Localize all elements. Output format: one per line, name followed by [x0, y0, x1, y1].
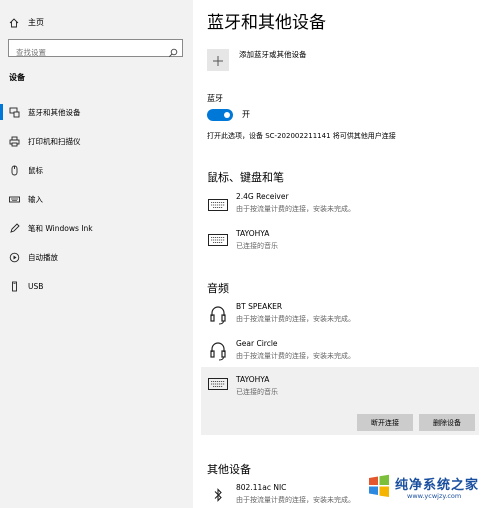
device-status: 由于按流量计费的连接，安装未完成。	[236, 352, 355, 360]
sidebar-item-label: 打印机和扫描仪	[28, 136, 81, 146]
sidebar-item-mouse[interactable]: 鼠标	[0, 159, 193, 181]
windows-logo-icon	[366, 473, 392, 503]
sidebar-item-label: 输入	[28, 194, 43, 204]
device-status: 由于按流量计费的连接，安装未完成。	[236, 205, 355, 213]
device-name: 2.4G Receiver	[236, 192, 289, 201]
sidebar-item-pen[interactable]: 笔和 Windows Ink	[0, 217, 193, 239]
sidebar-item-autoplay[interactable]: 自动播放	[0, 246, 193, 268]
headset-icon	[207, 304, 229, 326]
sidebar-item-label: USB	[28, 281, 44, 291]
home-icon	[9, 13, 19, 32]
group-title-input: 鼠标、键盘和笔	[207, 171, 284, 184]
keyboard-icon	[207, 373, 229, 395]
printer-icon	[9, 135, 20, 147]
device-item[interactable]: BT SPEAKER 由于按流量计费的连接，安装未完成。	[201, 302, 479, 332]
device-status: 已连接的音乐	[236, 242, 278, 250]
device-name: 802.11ac NIC	[236, 483, 287, 492]
headset-icon	[207, 340, 229, 362]
bluetooth-description: 打开此选项，设备 SC-202002211141 将可供其他用户连接	[207, 132, 396, 140]
keyboard-icon	[207, 229, 229, 251]
search-box[interactable]	[8, 39, 183, 61]
mouse-icon	[9, 164, 20, 176]
sidebar-item-bluetooth[interactable]: 蓝牙和其他设备	[0, 101, 193, 123]
bluetooth-icon	[207, 484, 229, 506]
page-title: 蓝牙和其他设备	[207, 13, 326, 33]
sidebar-item-printers[interactable]: 打印机和扫描仪	[0, 130, 193, 152]
watermark-url: www.ycwjzy.com	[407, 492, 462, 500]
bluetooth-devices-icon	[9, 106, 20, 118]
home-label: 主页	[28, 18, 44, 27]
pen-icon	[9, 222, 20, 234]
toggle-knob	[224, 112, 230, 118]
device-status: 由于按流量计费的连接，安装未完成。	[236, 496, 355, 504]
device-name: TAYOHYA	[236, 229, 270, 238]
sidebar-item-input[interactable]: 输入	[0, 188, 193, 210]
home-link[interactable]: 主页	[9, 13, 44, 32]
device-name: Gear Circle	[236, 339, 278, 348]
search-icon[interactable]	[168, 43, 178, 62]
device-status: 已连接的音乐	[236, 388, 278, 396]
remove-device-button[interactable]: 删除设备	[419, 414, 475, 431]
bluetooth-toggle[interactable]	[207, 109, 233, 121]
active-indicator	[0, 104, 3, 120]
plus-icon	[213, 51, 223, 70]
device-item[interactable]: 2.4G Receiver 由于按流量计费的连接，安装未完成。	[201, 192, 479, 222]
bluetooth-label: 蓝牙	[207, 94, 223, 103]
autoplay-icon	[9, 251, 20, 263]
sidebar-item-label: 鼠标	[28, 165, 43, 175]
add-device-button[interactable]	[207, 49, 229, 71]
sidebar-item-label: 蓝牙和其他设备	[28, 107, 81, 117]
sidebar-item-usb[interactable]: USB	[0, 275, 193, 297]
group-title-other: 其他设备	[207, 463, 251, 476]
keyboard-icon	[207, 194, 229, 216]
device-name: TAYOHYA	[236, 375, 270, 384]
device-name: BT SPEAKER	[236, 302, 283, 311]
section-title: 设备	[9, 73, 25, 82]
usb-icon	[9, 280, 20, 292]
sidebar: 主页 设备 蓝牙和其他设备 打印机和扫描仪 鼠标 输入	[0, 0, 193, 508]
keyboard-icon	[9, 193, 20, 205]
sidebar-item-label: 笔和 Windows Ink	[28, 223, 93, 233]
bluetooth-state: 开	[242, 110, 250, 119]
add-device-label[interactable]: 添加蓝牙或其他设备	[239, 49, 307, 60]
sidebar-item-label: 自动播放	[28, 252, 58, 262]
device-item-selected[interactable]: TAYOHYA 已连接的音乐 断开连接 删除设备	[201, 367, 479, 435]
search-input[interactable]	[9, 44, 166, 61]
device-item[interactable]: TAYOHYA 已连接的音乐	[201, 229, 479, 259]
device-item[interactable]: Gear Circle 由于按流量计费的连接，安装未完成。	[201, 339, 479, 369]
watermark-title: 纯净系统之家	[395, 478, 480, 493]
main-content: 蓝牙和其他设备 添加蓝牙或其他设备 蓝牙 开 打开此选项，设备 SC-20200…	[193, 0, 500, 508]
disconnect-button[interactable]: 断开连接	[357, 414, 413, 431]
group-title-audio: 音频	[207, 282, 229, 295]
device-status: 由于按流量计费的连接，安装未完成。	[236, 315, 355, 323]
